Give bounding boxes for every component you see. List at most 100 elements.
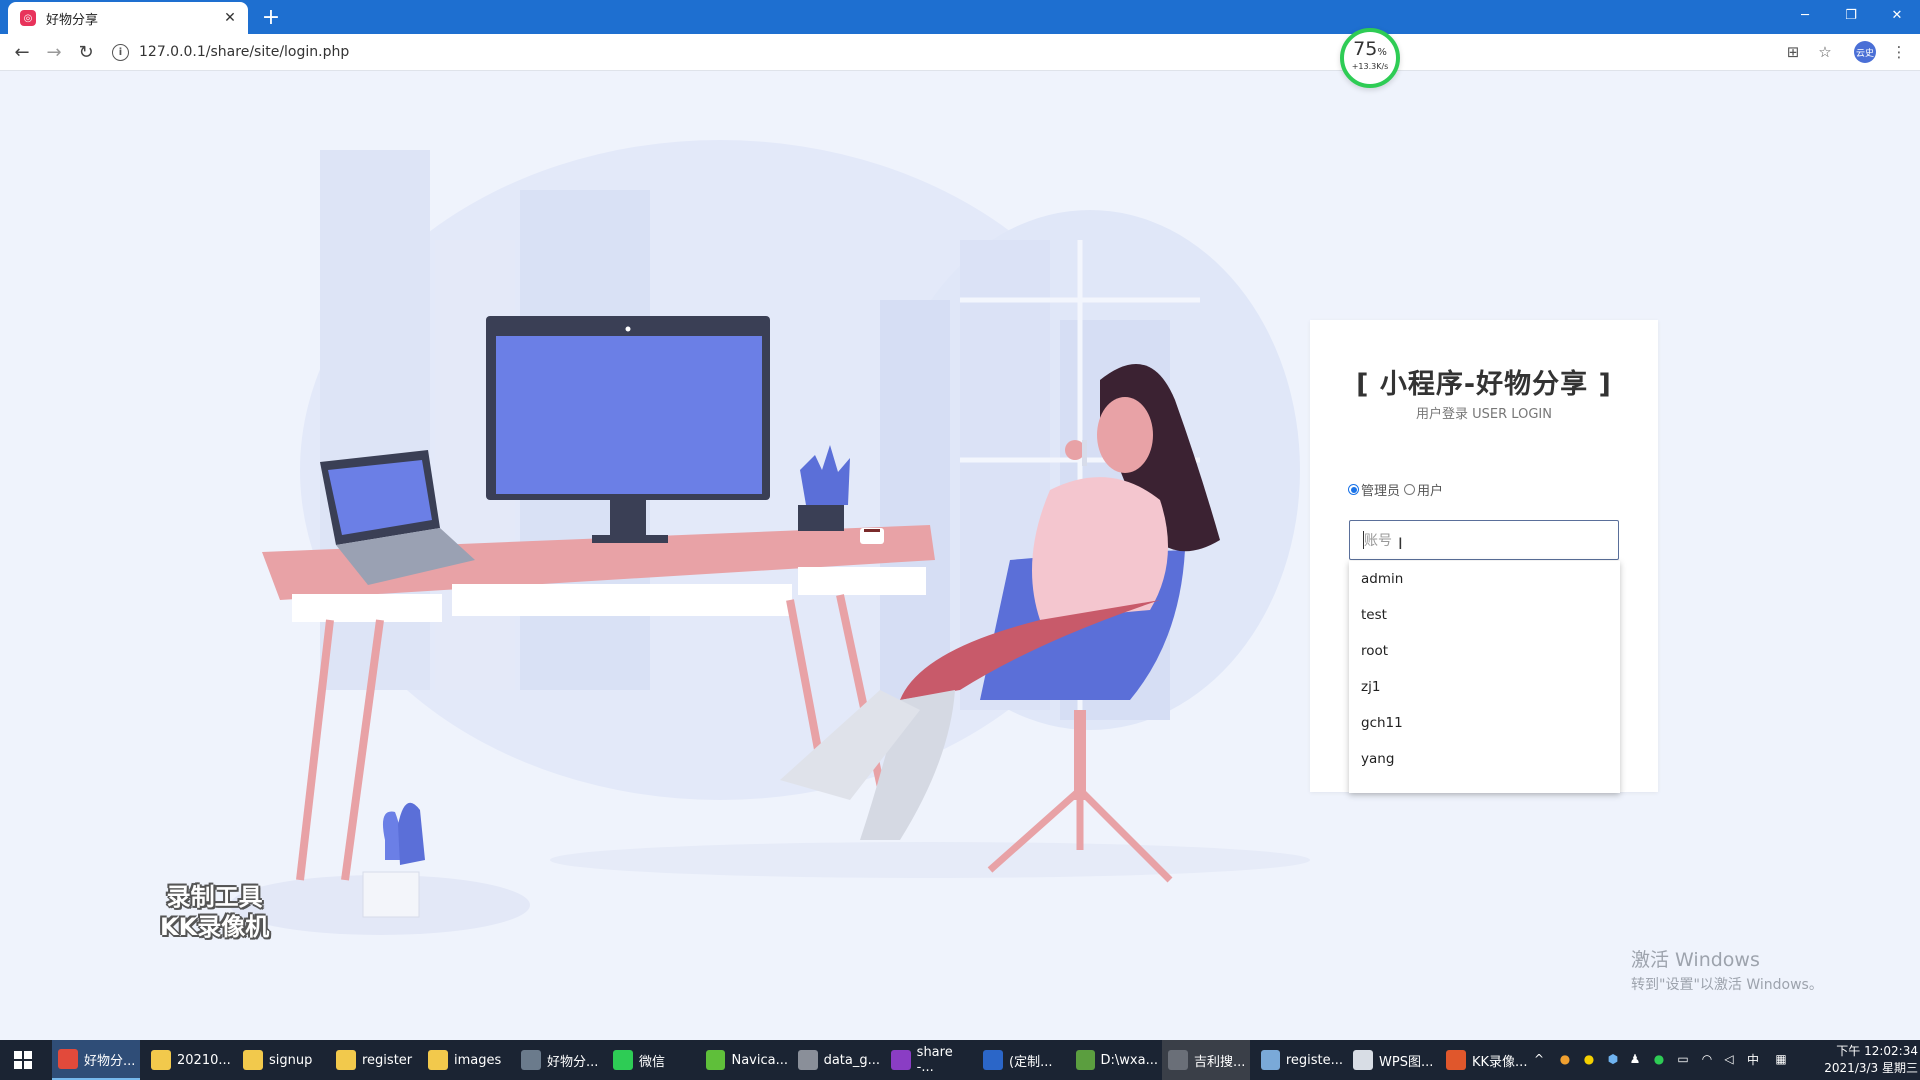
taskbar-item[interactable]: KK录像... [1440, 1040, 1528, 1080]
autocomplete-item[interactable]: gch11 [1349, 705, 1620, 741]
monitor-camera [625, 326, 631, 332]
taskbar-item-label: 好物分... [84, 1053, 136, 1069]
taskbar-item[interactable]: signup [237, 1040, 325, 1080]
autocomplete-item[interactable]: root [1349, 633, 1620, 669]
role-selector: 管理员 用户 [1348, 480, 1443, 499]
autocomplete-item[interactable]: test [1349, 597, 1620, 633]
taskbar-item[interactable]: (定制... [977, 1040, 1065, 1080]
woman-shirt [1032, 477, 1168, 620]
taskbar-item-label: D:\wxa... [1100, 1052, 1158, 1068]
address-bar[interactable]: i 127.0.0.1/share/site/login.php [112, 37, 1392, 67]
taskbar-item[interactable]: images [422, 1040, 510, 1080]
tray-wechat-icon[interactable]: ● [1650, 1050, 1668, 1068]
bookmark-star-icon[interactable]: ☆ [1812, 40, 1838, 64]
woman-face [1097, 397, 1153, 473]
chrome-icon [58, 1049, 78, 1069]
start-button[interactable] [0, 1040, 46, 1080]
autocomplete-item[interactable]: admin [1349, 561, 1620, 597]
taskbar-item[interactable]: 好物分... [515, 1040, 603, 1080]
monitor-stand [610, 500, 646, 540]
back-arrow-icon[interactable]: ← [8, 38, 36, 66]
tray-wifi-icon[interactable]: ◠ [1698, 1050, 1716, 1068]
windows-taskbar: ^ ● ● ⬢ ♟ ● ▭ ◠ ◁ 中 ▦ 下午 12:02:34 2021/3… [0, 1040, 1920, 1080]
tray-qq-icon[interactable]: ♟ [1626, 1050, 1644, 1068]
browser-tab-strip: ◎ 好物分享 ✕ + ─ ❐ ✕ [0, 0, 1920, 34]
taskbar-item[interactable]: D:\wxa... [1070, 1040, 1158, 1080]
new-tab-button[interactable]: + [258, 4, 284, 30]
folder-icon [336, 1050, 356, 1070]
radio-admin[interactable] [1348, 484, 1359, 495]
phone [1082, 440, 1087, 466]
gauge-percent: 75% [1353, 38, 1387, 60]
tray-battery-icon[interactable]: ▭ [1674, 1050, 1692, 1068]
taskbar-item[interactable]: 20210... [145, 1040, 233, 1080]
translate-icon[interactable]: ⊞ [1780, 40, 1806, 64]
gauge-speed: +13.3K/s [1351, 62, 1389, 71]
tray-volume-icon[interactable]: ◁ [1720, 1050, 1738, 1068]
tray-app-icon[interactable]: ● [1580, 1050, 1598, 1068]
taskbar-item[interactable]: 好物分... [52, 1040, 140, 1080]
autocomplete-item[interactable]: zj1 [1349, 669, 1620, 705]
taskbar-item[interactable]: share -... [885, 1040, 973, 1080]
radio-user[interactable] [1404, 484, 1416, 495]
account-input[interactable]: 账号 [1349, 520, 1619, 560]
wechat-devtools-icon [521, 1050, 541, 1070]
wps-image-icon [1353, 1050, 1373, 1070]
database-icon [798, 1050, 818, 1070]
account-placeholder: 账号 [1364, 533, 1392, 549]
word-icon [983, 1050, 1003, 1070]
tab-close-icon[interactable]: ✕ [220, 8, 240, 28]
autocomplete-item[interactable]: yang [1349, 741, 1620, 777]
watermark-line2: KK录像机 [160, 913, 270, 941]
tab-title: 好物分享 [46, 12, 99, 28]
taskbar-item-label: 吉利搜... [1194, 1054, 1246, 1070]
browser-tab-active[interactable]: ◎ 好物分享 ✕ [8, 2, 248, 34]
taskbar-item-label: 微信 [639, 1054, 666, 1070]
cactus [398, 802, 425, 865]
tray-keyboard-icon[interactable]: ▦ [1772, 1050, 1790, 1068]
profile-label: 云史 [1854, 41, 1876, 63]
windows-activation-notice: 激活 Windows 转到"设置"以激活 Windows。 [1631, 945, 1823, 994]
window-restore-button[interactable]: ❐ [1828, 0, 1874, 30]
taskbar-item[interactable]: 微信 [607, 1040, 695, 1080]
taskbar-item-label: WPS图... [1379, 1054, 1434, 1070]
watermark-line1: 录制工具 [166, 883, 263, 911]
folder-icon [243, 1050, 263, 1070]
login-subtitle: 用户登录 USER LOGIN [1416, 407, 1552, 422]
tray-ime-indicator[interactable]: 中 [1744, 1050, 1762, 1068]
taskbar-item[interactable]: Navica... [700, 1040, 788, 1080]
profile-avatar[interactable]: 云史 [1852, 40, 1878, 64]
taskbar-item[interactable]: registe... [1255, 1040, 1343, 1080]
system-clock[interactable]: 下午 12:02:34 2021/3/3 星期三 [1798, 1043, 1918, 1077]
tray-chevron-icon[interactable]: ^ [1530, 1050, 1548, 1068]
site-info-icon[interactable]: i [112, 43, 129, 61]
autocomplete-dropdown: admin test root zj1 gch11 yang [1349, 561, 1620, 793]
login-title: [ 小程序-好物分享 ] [1356, 369, 1612, 400]
tray-app-icon[interactable]: ● [1556, 1050, 1574, 1068]
browser-menu-icon[interactable]: ⋮ [1886, 40, 1912, 64]
url-text: 127.0.0.1/share/site/login.php [139, 44, 350, 60]
taskbar-item[interactable]: register [330, 1040, 418, 1080]
taskbar-item[interactable]: WPS图... [1347, 1040, 1435, 1080]
window-close-button[interactable]: ✕ [1874, 0, 1920, 30]
tray-shield-icon[interactable]: ⬢ [1604, 1050, 1622, 1068]
window-minimize-button[interactable]: ─ [1782, 0, 1828, 30]
reload-icon[interactable]: ↻ [72, 38, 100, 66]
taskbar-item-label: images [454, 1052, 502, 1068]
forward-arrow-icon[interactable]: → [40, 38, 68, 66]
desk-drawer [292, 594, 442, 622]
plant-pot [798, 505, 844, 531]
city-building [880, 300, 950, 720]
taskbar-item[interactable]: 吉利搜... [1162, 1040, 1250, 1080]
site-favicon-icon: ◎ [20, 10, 36, 26]
folder-icon [428, 1050, 448, 1070]
radio-user-label: 用户 [1417, 484, 1444, 499]
monitor-base [592, 535, 668, 543]
recorder-watermark: 录制工具 KK录像机 [160, 882, 269, 942]
phpstorm-icon [891, 1050, 911, 1070]
taskbar-item[interactable]: data_g... [792, 1040, 880, 1080]
kk-recorder-icon [1446, 1050, 1466, 1070]
taskbar-item-label: register [362, 1052, 413, 1068]
desk-drawer [798, 567, 926, 595]
radio-admin-label: 管理员 [1361, 484, 1401, 499]
